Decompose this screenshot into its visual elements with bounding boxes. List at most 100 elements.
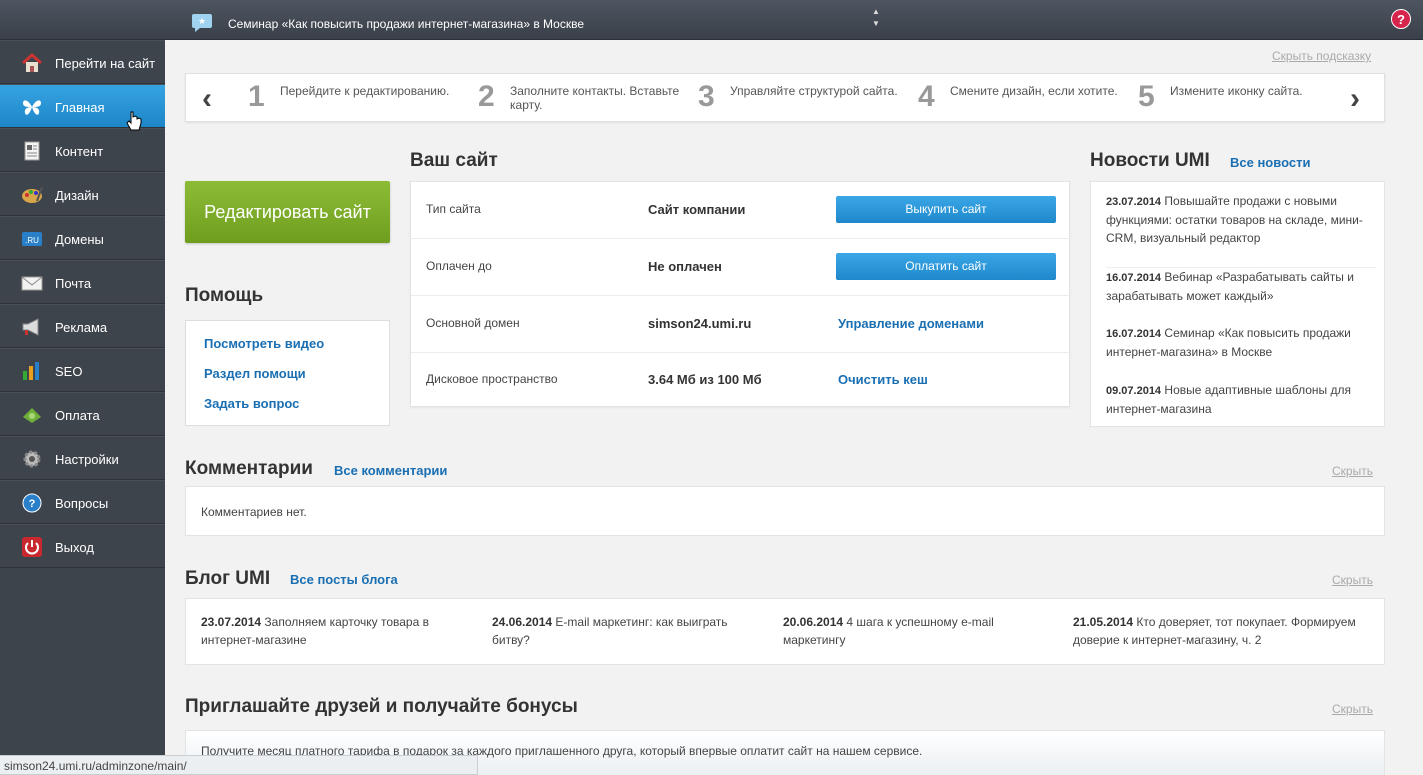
- sidebar-item-seo[interactable]: SEO: [0, 348, 165, 392]
- news-title: Новости UMI: [1090, 150, 1210, 171]
- comments-title: Комментарии: [185, 458, 313, 479]
- palette-icon: [22, 186, 43, 203]
- sidebar-item-payment[interactable]: Оплата: [0, 392, 165, 436]
- sidebar-item-mail[interactable]: Почта: [0, 260, 165, 304]
- all-comments-link[interactable]: Все комментарии: [334, 463, 447, 478]
- all-blog-posts-link[interactable]: Все посты блога: [290, 572, 398, 587]
- sidebar-item-label: Главная: [55, 100, 105, 115]
- news-date: 16.07.2014: [1106, 328, 1162, 340]
- ticker-arrows[interactable]: ▲ ▼: [870, 6, 882, 30]
- site-row-key: Дисковое пространство: [426, 372, 558, 386]
- all-news-link[interactable]: Все новости: [1230, 155, 1310, 170]
- sidebar-item-label: Реклама: [55, 320, 108, 335]
- site-row-key: Основной домен: [426, 316, 520, 330]
- ticker-down-icon[interactable]: ▼: [870, 18, 882, 30]
- no-comments-text: Комментариев нет.: [201, 505, 307, 519]
- news-bubble-icon: ★: [192, 14, 212, 32]
- bar-chart-icon: [23, 362, 39, 380]
- sidebar-item-site[interactable]: Перейти на сайт: [0, 40, 165, 84]
- sidebar-item-ads[interactable]: Реклама: [0, 304, 165, 348]
- comments-box: Комментариев нет.: [185, 486, 1385, 536]
- help-box: Посмотреть видео Раздел помощи Задать во…: [185, 320, 390, 426]
- hide-invite-link[interactable]: Скрыть: [1332, 702, 1373, 716]
- svg-text:★: ★: [198, 16, 206, 26]
- sidebar-item-label: Контент: [55, 144, 104, 159]
- ask-question-link[interactable]: Задать вопрос: [204, 396, 299, 411]
- step-text: Измените иконку сайта.: [1170, 84, 1303, 98]
- main-content: Скрыть подсказку ‹ 1 Перейдите к редактир…: [165, 40, 1423, 775]
- step-text: Смените дизайн, если хотите.: [950, 84, 1118, 98]
- clear-cache-link[interactable]: Очистить кеш: [838, 372, 928, 387]
- site-row-value: 3.64 Мб из 100 Мб: [648, 372, 762, 387]
- chevron-right-icon[interactable]: ›: [1350, 82, 1360, 116]
- blog-date: 23.07.2014: [201, 615, 262, 629]
- sidebar-item-logout[interactable]: Выход: [0, 524, 165, 568]
- sidebar-item-design[interactable]: Дизайн: [0, 172, 165, 216]
- site-row-value: Сайт компании: [648, 202, 746, 217]
- site-row: Основной домен simson24.umi.ru Управлени…: [411, 296, 1071, 353]
- manage-domains-link[interactable]: Управление доменами: [838, 316, 984, 331]
- sidebar-item-label: Дизайн: [55, 188, 99, 203]
- sidebar-item-label: Домены: [55, 232, 104, 247]
- blog-item[interactable]: 21.05.2014 Кто доверяет, тот покупает. Ф…: [1073, 613, 1373, 649]
- news-item[interactable]: 16.07.2014 Семинар «Как повысить продажи…: [1106, 324, 1376, 361]
- megaphone-icon: [22, 318, 39, 336]
- sidebar-item-settings[interactable]: Настройки: [0, 436, 165, 480]
- blog-date: 20.06.2014: [783, 615, 844, 629]
- sidebar-item-label: Выход: [55, 540, 94, 555]
- help-title: Помощь: [185, 285, 264, 306]
- blog-date: 24.06.2014: [492, 615, 553, 629]
- onboarding-steps: ‹ 1 Перейдите к редактированию. 2 Заполнит…: [185, 73, 1385, 122]
- news-item[interactable]: 16.07.2014 Вебинар «Разрабатывать сайты …: [1106, 267, 1376, 305]
- help-button[interactable]: ?: [1391, 9, 1411, 29]
- blog-box: 23.07.2014 Заполняем карточку товара в и…: [185, 598, 1385, 665]
- hide-comments-link[interactable]: Скрыть: [1332, 464, 1373, 478]
- help-section-link[interactable]: Раздел помощи: [204, 366, 306, 381]
- news-item[interactable]: 23.07.2014 Повышайте продажи с новыми фу…: [1106, 192, 1376, 247]
- site-info-box: Тип сайта Сайт компании Выкупить сайт Оп…: [410, 181, 1071, 407]
- site-row-key: Тип сайта: [426, 202, 481, 216]
- pay-site-button[interactable]: Оплатить сайт: [836, 253, 1056, 280]
- site-row: Тип сайта Сайт компании Выкупить сайт: [411, 182, 1071, 239]
- step-number: 4: [918, 80, 935, 113]
- site-row-key: Оплачен до: [426, 259, 492, 273]
- mouse-cursor-icon: [126, 111, 142, 131]
- hide-hint-link[interactable]: Скрыть подсказку: [1272, 49, 1371, 63]
- blog-title: Блог UMI: [185, 568, 271, 589]
- butterfly-icon: [23, 100, 41, 115]
- ru-domain-icon: .RU: [22, 232, 42, 246]
- step-text: Перейдите к редактированию.: [280, 84, 450, 98]
- step-text: Управляйте структурой сайта.: [730, 84, 898, 98]
- blog-item[interactable]: 23.07.2014 Заполняем карточку товара в и…: [201, 613, 466, 649]
- news-item[interactable]: 09.07.2014 Новые адаптивные шаблоны для …: [1106, 381, 1376, 418]
- news-ticker[interactable]: Семинар «Как повысить продажи интернет-м…: [228, 17, 584, 31]
- step-number: 1: [248, 80, 265, 113]
- news-date: 16.07.2014: [1106, 272, 1162, 284]
- sidebar-item-label: Вопросы: [55, 496, 109, 511]
- document-icon: [24, 141, 40, 161]
- power-icon: [22, 537, 42, 557]
- step-text: Заполните контакты. Вставьте карту.: [510, 84, 680, 112]
- edit-site-button[interactable]: Редактировать сайт: [185, 181, 390, 243]
- sidebar-item-label: Перейти на сайт: [55, 56, 156, 71]
- invite-title: Приглашайте друзей и получайте бонусы: [185, 696, 578, 717]
- ticker-up-icon[interactable]: ▲: [870, 6, 882, 18]
- site-row: Оплачен до Не оплачен Оплатить сайт: [411, 239, 1071, 296]
- watch-video-link[interactable]: Посмотреть видео: [204, 336, 324, 351]
- step-number: 5: [1138, 80, 1155, 113]
- sidebar-item-questions[interactable]: ? Вопросы: [0, 480, 165, 524]
- sidebar-item-content[interactable]: Контент: [0, 128, 165, 172]
- chevron-left-icon[interactable]: ‹: [202, 82, 212, 116]
- blog-item[interactable]: 24.06.2014 E-mail маркетинг: как выиграт…: [492, 613, 757, 649]
- blog-item[interactable]: 20.06.2014 4 шага к успешному e-mail мар…: [783, 613, 1048, 649]
- buy-site-button[interactable]: Выкупить сайт: [836, 196, 1056, 223]
- top-bar: ★ Семинар «Как повысить продажи интернет…: [0, 0, 1423, 40]
- hide-blog-link[interactable]: Скрыть: [1332, 573, 1373, 587]
- site-row-value: Не оплачен: [648, 259, 722, 274]
- sidebar-item-label: SEO: [55, 364, 83, 379]
- sidebar: Перейти на сайт Главная Контент Дизайн .…: [0, 40, 165, 775]
- step-number: 2: [478, 80, 495, 113]
- step-number: 3: [698, 80, 715, 113]
- site-row-value: simson24.umi.ru: [648, 316, 752, 331]
- sidebar-item-domains[interactable]: .RU Домены: [0, 216, 165, 260]
